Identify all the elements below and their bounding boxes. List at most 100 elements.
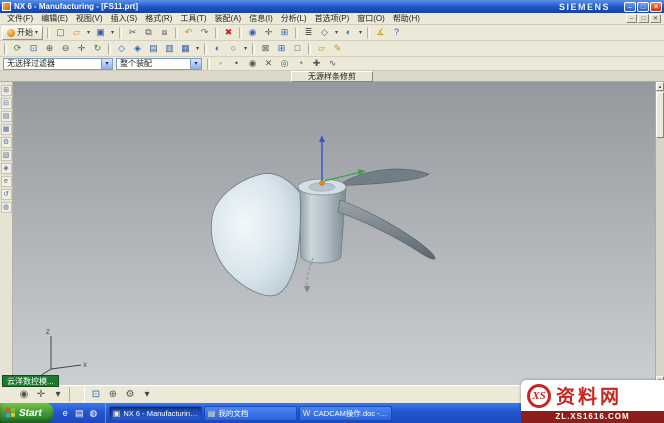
center-point-icon[interactable]: ◎ xyxy=(277,57,292,71)
shaded-view-icon[interactable]: ◐ xyxy=(210,42,225,56)
ql-show-desktop-icon[interactable]: ▤ xyxy=(74,408,85,419)
zoom-out-icon[interactable]: ⊖ xyxy=(58,42,73,56)
mdi-minimize-button[interactable]: – xyxy=(626,14,637,23)
intersection-point-icon[interactable]: ✕ xyxy=(261,57,276,71)
isometric-view-icon[interactable]: ◈ xyxy=(130,42,145,56)
start-button[interactable]: Start xyxy=(0,403,54,423)
display-caret-icon[interactable]: ▾ xyxy=(242,42,249,56)
copy-icon[interactable]: ⧉ xyxy=(141,26,156,40)
save-icon[interactable]: ▣ xyxy=(93,26,108,40)
ql-media-player-icon[interactable]: ◍ xyxy=(88,408,99,419)
minimize-button[interactable]: – xyxy=(624,2,636,12)
rendering-style-icon[interactable]: ◐ xyxy=(341,26,356,40)
undo-icon[interactable]: ↶ xyxy=(181,26,196,40)
view-orientation-icon[interactable]: ◇ xyxy=(317,26,332,40)
menu-help[interactable]: 帮助(H) xyxy=(389,13,424,24)
fit-view-icon[interactable]: ⊡ xyxy=(26,42,41,56)
menu-tools[interactable]: 工具(T) xyxy=(176,13,210,24)
ql-internet-explorer-icon[interactable]: e xyxy=(60,408,71,419)
preferences-icon[interactable]: ⚙ xyxy=(122,387,138,402)
hd3d-tools-icon[interactable]: ◈ xyxy=(1,163,12,174)
pan-icon[interactable]: ✛ xyxy=(74,42,89,56)
sketch-icon[interactable]: ✎ xyxy=(330,42,345,56)
end-point-icon[interactable]: ◦ xyxy=(213,57,228,71)
close-button[interactable]: ✕ xyxy=(650,2,662,12)
scrollbar-thumb[interactable] xyxy=(656,92,664,138)
task-my-documents[interactable]: ▤ 我的文档 xyxy=(204,406,297,421)
existing-point-icon[interactable]: ✚ xyxy=(309,57,324,71)
menu-window[interactable]: 窗口(O) xyxy=(353,13,389,24)
constraint-navigator-icon[interactable]: ⊟ xyxy=(1,98,12,109)
views-caret-icon[interactable]: ▾ xyxy=(194,42,201,56)
rotate-view-icon[interactable]: ↻ xyxy=(90,42,105,56)
save-caret-icon[interactable]: ▾ xyxy=(109,26,116,40)
point-constructor-icon[interactable]: ✛ xyxy=(33,387,49,402)
open-icon[interactable]: ▱ xyxy=(69,26,84,40)
assembly-navigator-icon[interactable]: ⊞ xyxy=(1,85,12,96)
part-navigator-icon[interactable]: ▤ xyxy=(1,111,12,122)
menu-analysis[interactable]: 分析(L) xyxy=(277,13,311,24)
menu-insert[interactable]: 插入(S) xyxy=(107,13,142,24)
cut-icon[interactable]: ✂ xyxy=(125,26,140,40)
maximize-button[interactable]: □ xyxy=(637,2,649,12)
zoom-in-icon[interactable]: ⊕ xyxy=(42,42,57,56)
menu-edit[interactable]: 编辑(E) xyxy=(37,13,72,24)
internet-browser-icon[interactable]: e xyxy=(1,176,12,187)
menu-file[interactable]: 文件(F) xyxy=(3,13,37,24)
help-icon[interactable]: ? xyxy=(389,26,404,40)
menu-view[interactable]: 视图(V) xyxy=(72,13,107,24)
delete-icon[interactable]: ✖ xyxy=(221,26,236,40)
scroll-up-icon[interactable]: ▴ xyxy=(656,82,664,91)
control-point-icon[interactable]: ◉ xyxy=(245,57,260,71)
refresh-icon[interactable]: ⟳ xyxy=(10,42,25,56)
roles-icon[interactable]: ◍ xyxy=(1,202,12,213)
mdi-close-button[interactable]: ✕ xyxy=(650,14,661,23)
top-view-icon[interactable]: ▤ xyxy=(146,42,161,56)
scrollbar-track[interactable] xyxy=(656,139,664,376)
move-object-icon[interactable]: ✛ xyxy=(261,26,276,40)
redo-icon[interactable]: ↷ xyxy=(197,26,212,40)
layer-settings-icon[interactable]: ≣ xyxy=(301,26,316,40)
pattern-icon[interactable]: ⊞ xyxy=(277,26,292,40)
window-icon[interactable]: ⊞ xyxy=(274,42,289,56)
new-file-icon[interactable]: ▢ xyxy=(53,26,68,40)
render-caret-icon[interactable]: ▾ xyxy=(357,26,364,40)
point-on-curve-icon[interactable]: ∿ xyxy=(325,57,340,71)
menu-format[interactable]: 格式(R) xyxy=(141,13,176,24)
selection-scope-combo[interactable]: 整个装配 ▾ xyxy=(116,58,202,70)
menu-assemblies[interactable]: 装配(A) xyxy=(211,13,246,24)
wireframe-view-icon[interactable]: ○ xyxy=(226,42,241,56)
history-palette-icon[interactable]: ↺ xyxy=(1,189,12,200)
reuse-library-icon[interactable]: ▧ xyxy=(1,150,12,161)
vertical-scrollbar[interactable]: ▴ ▾ xyxy=(655,82,664,385)
machine-tool-navigator-icon[interactable]: ⚙ xyxy=(1,137,12,148)
datum-plane-icon[interactable]: ▱ xyxy=(314,42,329,56)
mid-point-icon[interactable]: • xyxy=(229,57,244,71)
front-view-icon[interactable]: ▥ xyxy=(162,42,177,56)
mdi-restore-button[interactable]: □ xyxy=(638,14,649,23)
task-word-doc[interactable]: W CADCAM操作.doc - Mi... xyxy=(299,406,392,421)
trimetric-view-icon[interactable]: ◇ xyxy=(114,42,129,56)
right-view-icon[interactable]: ▦ xyxy=(178,42,193,56)
view-caret-icon[interactable]: ▾ xyxy=(333,26,340,40)
menu-information[interactable]: 信息(I) xyxy=(245,13,277,24)
selection-ball-icon[interactable]: ◉ xyxy=(16,387,32,402)
work-layer-icon[interactable]: ⊡ xyxy=(88,387,104,402)
show-hide-icon[interactable]: ◉ xyxy=(245,26,260,40)
task-nx[interactable]: ▣ NX 6 - Manufacturing -... xyxy=(109,406,202,421)
quadrant-point-icon[interactable]: ◔ xyxy=(293,57,308,71)
menu-preferences[interactable]: 首选项(P) xyxy=(311,13,354,24)
graphics-viewport[interactable]: Z X Y xyxy=(13,82,655,385)
magnifier-icon[interactable]: ⊕ xyxy=(105,387,121,402)
start-menu-button[interactable]: 开始 ▾ xyxy=(2,26,43,40)
measure-distance-icon[interactable]: ∡ xyxy=(373,26,388,40)
open-caret-icon[interactable]: ▾ xyxy=(85,26,92,40)
combo-caret-icon[interactable]: ▾ xyxy=(101,59,112,69)
operation-navigator-icon[interactable]: ▦ xyxy=(1,124,12,135)
snap-caret-icon[interactable]: ▾ xyxy=(50,387,66,402)
more-caret-icon[interactable]: ▾ xyxy=(139,387,155,402)
combo-caret-icon[interactable]: ▾ xyxy=(190,59,201,69)
paste-icon[interactable]: ⧈ xyxy=(157,26,172,40)
snap-view-icon[interactable]: ⊠ xyxy=(258,42,273,56)
selection-filter-combo[interactable]: 无选择过滤器 ▾ xyxy=(3,58,113,70)
